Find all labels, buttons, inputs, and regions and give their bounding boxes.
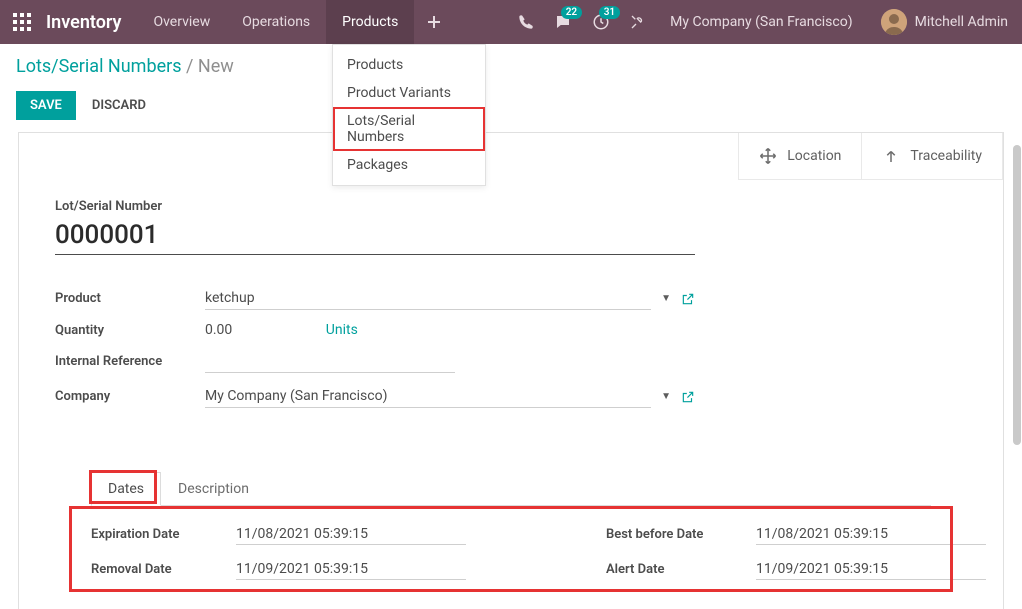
breadcrumb-parent[interactable]: Lots/Serial Numbers: [16, 56, 182, 77]
save-button[interactable]: SAVE: [16, 91, 76, 120]
menu-lots-serial-numbers[interactable]: Lots/Serial Numbers: [333, 107, 485, 151]
app-brand[interactable]: Inventory: [44, 12, 137, 33]
best-before-date-input[interactable]: [756, 524, 986, 545]
tools-icon[interactable]: [620, 0, 656, 44]
messages-badge: 22: [561, 6, 582, 19]
expiration-date-label: Expiration Date: [91, 527, 236, 542]
nav-overview[interactable]: Overview: [137, 0, 226, 44]
discard-button[interactable]: DISCARD: [92, 98, 146, 113]
company-selector[interactable]: My Company (San Francisco): [656, 14, 866, 30]
removal-date-input[interactable]: [236, 559, 466, 580]
quantity-label: Quantity: [55, 316, 205, 344]
lot-number-input[interactable]: [55, 214, 695, 255]
alert-date-label: Alert Date: [606, 562, 756, 577]
menu-packages[interactable]: Packages: [333, 151, 485, 179]
arrow-up-icon: [882, 147, 900, 165]
messages-icon[interactable]: 22: [544, 0, 582, 44]
product-label: Product: [55, 281, 205, 316]
phone-icon[interactable]: [508, 0, 544, 44]
user-name: Mitchell Admin: [915, 14, 1008, 30]
company-label: Company: [55, 379, 205, 414]
removal-date-label: Removal Date: [91, 562, 236, 577]
form-sheet: Location Traceability Lot/Serial Number …: [18, 132, 1004, 609]
caret-down-icon[interactable]: ▼: [661, 293, 671, 304]
nav-operations[interactable]: Operations: [226, 0, 326, 44]
activities-icon[interactable]: 31: [582, 0, 620, 44]
stat-location-button[interactable]: Location: [739, 133, 862, 180]
breadcrumb-current: New: [198, 56, 234, 77]
notebook-tabs: Dates Description: [91, 472, 931, 506]
external-link-icon[interactable]: [681, 390, 695, 404]
scrollbar[interactable]: [1013, 145, 1021, 445]
company-input[interactable]: [205, 385, 651, 408]
activities-badge: 31: [599, 6, 620, 19]
caret-down-icon[interactable]: ▼: [661, 391, 671, 402]
units-link[interactable]: Units: [326, 322, 358, 338]
tab-dates[interactable]: Dates: [91, 472, 161, 506]
internal-reference-label: Internal Reference: [55, 344, 205, 379]
tab-description[interactable]: Description: [161, 472, 266, 506]
expiration-date-input[interactable]: [236, 524, 466, 545]
external-link-icon[interactable]: [681, 292, 695, 306]
breadcrumb: Lots/Serial Numbers / New: [16, 56, 1006, 77]
apps-icon[interactable]: [0, 0, 44, 44]
products-dropdown: Products Product Variants Lots/Serial Nu…: [332, 44, 486, 186]
nav-products[interactable]: Products: [326, 0, 414, 44]
nav-new-icon[interactable]: [414, 0, 454, 44]
alert-date-input[interactable]: [756, 559, 986, 580]
internal-reference-input[interactable]: [205, 350, 455, 373]
dates-pane: Expiration Date Best before Date Removal…: [91, 524, 931, 580]
top-navbar: Inventory Overview Operations Products 2…: [0, 0, 1022, 44]
lot-number-label: Lot/Serial Number: [55, 199, 967, 214]
stat-traceability-button[interactable]: Traceability: [862, 133, 1003, 180]
menu-products[interactable]: Products: [333, 51, 485, 79]
quantity-value: 0.00: [205, 322, 232, 338]
avatar: [881, 9, 907, 35]
best-before-date-label: Best before Date: [606, 527, 756, 542]
user-menu[interactable]: Mitchell Admin: [867, 9, 1022, 35]
control-bar: Lots/Serial Numbers / New SAVE DISCARD: [0, 44, 1022, 134]
menu-product-variants[interactable]: Product Variants: [333, 79, 485, 107]
product-input[interactable]: [205, 287, 651, 310]
move-icon: [759, 147, 777, 165]
